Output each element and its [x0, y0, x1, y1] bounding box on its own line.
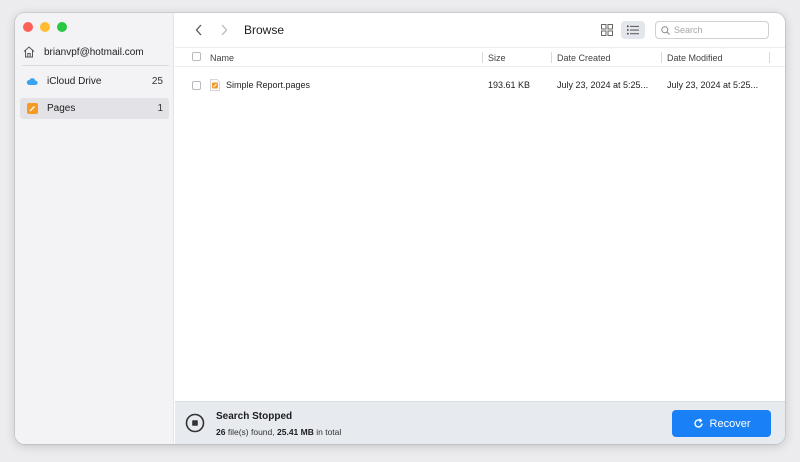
forward-button[interactable]	[217, 22, 231, 38]
search-input[interactable]	[674, 25, 764, 35]
found-text: file(s) found,	[227, 427, 275, 437]
column-resize-handle[interactable]	[661, 52, 662, 63]
sidebar-item-count: 1	[157, 103, 163, 114]
sidebar: brianvpf@hotmail.com iCloud Drive 25 Pag…	[15, 13, 174, 444]
sidebar-item-count: 25	[151, 76, 163, 87]
zoom-window-button[interactable]	[57, 22, 67, 32]
account-row[interactable]: brianvpf@hotmail.com	[22, 40, 165, 64]
column-header-date-created[interactable]: Date Created	[557, 53, 611, 63]
pages-app-icon	[26, 103, 38, 115]
file-date-created: July 23, 2024 at 5:25...	[557, 80, 649, 90]
status-bar: Search Stopped 26 file(s) found, 25.41 M…	[175, 401, 785, 444]
list-icon	[627, 25, 639, 35]
column-header-date-modified[interactable]: Date Modified	[667, 53, 723, 63]
status-summary: 26 file(s) found, 25.41 MB in total	[216, 427, 341, 437]
row-checkbox[interactable]	[192, 81, 201, 90]
sidebar-divider	[22, 65, 169, 66]
grid-icon	[601, 24, 613, 36]
total-size: 25.41 MB	[277, 427, 314, 437]
table-header: Name Size Date Created Date Modified	[175, 47, 785, 67]
chevron-right-icon	[221, 24, 228, 36]
recover-button[interactable]: Recover	[672, 410, 771, 437]
file-size: 193.61 KB	[488, 80, 531, 90]
minimize-window-button[interactable]	[40, 22, 50, 32]
stop-icon	[185, 413, 205, 433]
file-name: Simple Report.pages	[226, 80, 311, 90]
grid-view-button[interactable]	[595, 21, 619, 39]
pages-file-icon	[210, 79, 220, 91]
column-resize-handle[interactable]	[551, 52, 552, 63]
page-title: Browse	[244, 23, 285, 37]
account-email: brianvpf@hotmail.com	[44, 46, 144, 58]
refresh-icon	[693, 418, 703, 428]
toolbar: Browse	[175, 13, 785, 47]
select-all-checkbox[interactable]	[192, 52, 201, 61]
main-panel: Browse Search Name Size Date Created Dat…	[175, 13, 785, 444]
list-view-button[interactable]	[621, 21, 645, 39]
column-header-size[interactable]: Size	[488, 53, 506, 63]
file-count: 26	[216, 427, 226, 437]
column-resize-handle[interactable]	[482, 52, 483, 63]
chevron-left-icon	[195, 24, 202, 36]
column-resize-handle[interactable]	[769, 52, 770, 63]
home-icon	[23, 46, 35, 58]
search-icon	[661, 25, 670, 35]
sidebar-item-label: Pages	[47, 103, 76, 114]
close-window-button[interactable]	[23, 22, 33, 32]
file-date-modified: July 23, 2024 at 5:25...	[667, 80, 759, 90]
sidebar-item-label: iCloud Drive	[47, 76, 102, 87]
column-header-name[interactable]: Name	[210, 53, 234, 63]
table-row[interactable]: Simple Report.pages 193.61 KB July 23, 2…	[175, 75, 785, 95]
back-button[interactable]	[192, 22, 206, 38]
window-controls	[23, 22, 67, 32]
search-box[interactable]	[655, 21, 769, 39]
cloud-icon	[26, 76, 38, 88]
status-title: Search Stopped	[216, 411, 293, 422]
sidebar-item-icloud-drive[interactable]: iCloud Drive 25	[20, 71, 169, 92]
total-text: in total	[316, 427, 342, 437]
sidebar-item-pages[interactable]: Pages 1	[20, 98, 169, 119]
app-window: brianvpf@hotmail.com iCloud Drive 25 Pag…	[15, 13, 785, 444]
recover-label: Recover	[709, 417, 751, 430]
